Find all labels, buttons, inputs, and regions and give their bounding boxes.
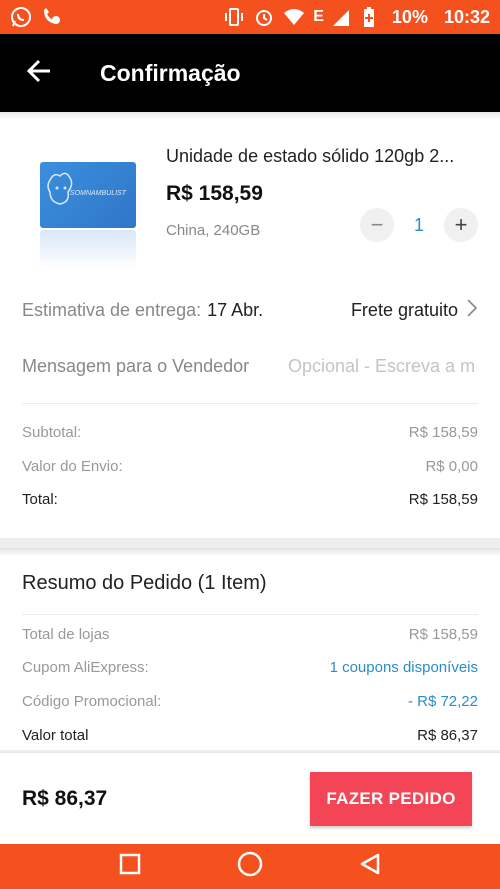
subtotal-label: Subtotal: [22, 424, 82, 441]
phone-missed-icon [40, 6, 62, 28]
product-variant: China, 240GB [166, 222, 261, 239]
order-summary-title: Resumo do Pedido (1 Item) [22, 572, 267, 594]
final-total-label: Valor total [22, 727, 89, 744]
coupon-label: Cupom AliExpress: [22, 659, 149, 676]
status-bar: E 10% 10:32 [0, 0, 500, 34]
stores-total-label: Total de lojas [22, 626, 110, 643]
promo-code-value[interactable]: - R$ 72,22 [408, 693, 478, 710]
quantity-value: 1 [413, 214, 424, 235]
total-value: R$ 158,59 [408, 491, 478, 508]
seller-message-input[interactable]: Opcional - Escreva a m [288, 356, 478, 377]
product-image-reflection [40, 230, 136, 268]
wifi-icon [283, 6, 305, 28]
checkout-amount: R$ 86,37 [22, 787, 108, 810]
shipping-cost-value: R$ 0,00 [425, 458, 478, 475]
back-nav-button[interactable] [350, 847, 390, 887]
battery-level: 10% [391, 6, 428, 27]
decrease-quantity-button[interactable]: − [360, 208, 394, 242]
checkout-bar: R$ 86,37 FAZER PEDIDO [0, 752, 500, 844]
place-order-button[interactable]: FAZER PEDIDO [310, 772, 472, 826]
shipping-method[interactable]: Frete gratuito [351, 298, 478, 323]
promo-code-row[interactable]: Código Promocional: - R$ 72,22 [22, 693, 478, 710]
quantity-stepper: − 1 + [360, 208, 478, 242]
divider [0, 112, 500, 120]
total-label: Total: [22, 491, 58, 508]
shipping-cost-label: Valor do Envio: [22, 458, 123, 475]
vibrate-icon [223, 6, 245, 28]
divider [0, 548, 500, 556]
coupon-row[interactable]: Cupom AliExpress: 1 coupons disponíveis [22, 659, 478, 676]
delivery-label: Estimativa de entrega: [22, 300, 202, 320]
product-price: R$ 158,59 [166, 182, 263, 205]
delivery-row[interactable]: Estimativa de entrega: 17 Abr. Frete gra… [22, 298, 478, 323]
product-image[interactable]: SOMNAMBULIST [40, 162, 136, 228]
product-title[interactable]: Unidade de estado sólido 120gb 2... [166, 146, 482, 167]
alarm-icon [253, 6, 275, 28]
square-icon [119, 853, 141, 880]
plus-icon: + [454, 212, 468, 237]
delivery-date: 17 Abr. [207, 300, 264, 320]
seller-message-label: Mensagem para o Vendedor [22, 356, 250, 376]
app-bar: Confirmação [0, 34, 500, 112]
subtotal-row: Subtotal: R$ 158,59 [22, 424, 478, 441]
circle-icon [237, 851, 263, 882]
shipping-cost-row: Valor do Envio: R$ 0,00 [22, 458, 478, 475]
signal-icon [332, 6, 354, 28]
back-button[interactable] [0, 34, 78, 112]
stores-total-row: Total de lojas R$ 158,59 [22, 626, 478, 643]
coupons-available-link[interactable]: 1 coupons disponíveis [330, 659, 478, 676]
triangle-back-icon [358, 852, 382, 881]
recents-button[interactable] [110, 847, 150, 887]
total-row: Total: R$ 158,59 [22, 491, 478, 508]
product-image-brand: SOMNAMBULIST [70, 190, 127, 197]
network-type: E [313, 8, 324, 25]
home-button[interactable] [230, 847, 270, 887]
page-title: Confirmação [100, 59, 241, 86]
system-nav-bar [0, 844, 500, 889]
shipping-method-label: Frete gratuito [350, 300, 458, 320]
divider [22, 403, 478, 404]
order-details-card: SOMNAMBULIST Unidade de estado sólido 12… [0, 112, 500, 538]
arrow-left-icon [26, 58, 52, 89]
order-summary-card: Resumo do Pedido (1 Item) Total de lojas… [0, 548, 500, 750]
increase-quantity-button[interactable]: + [444, 208, 478, 242]
chevron-right-icon [466, 298, 478, 323]
divider [22, 614, 478, 615]
clock: 10:32 [443, 6, 490, 27]
promo-code-label: Código Promocional: [22, 693, 162, 710]
seller-message-row: Mensagem para o Vendedor Opcional - Escr… [22, 356, 478, 377]
final-total-value: R$ 86,37 [417, 727, 478, 744]
battery-icon [362, 6, 384, 28]
whatsapp-icon [10, 6, 32, 28]
product-item: SOMNAMBULIST Unidade de estado sólido 12… [0, 124, 500, 274]
final-total-row: Valor total R$ 86,37 [22, 727, 478, 744]
minus-icon: − [370, 212, 384, 237]
stores-total-value: R$ 158,59 [408, 626, 478, 643]
subtotal-value: R$ 158,59 [408, 424, 478, 441]
